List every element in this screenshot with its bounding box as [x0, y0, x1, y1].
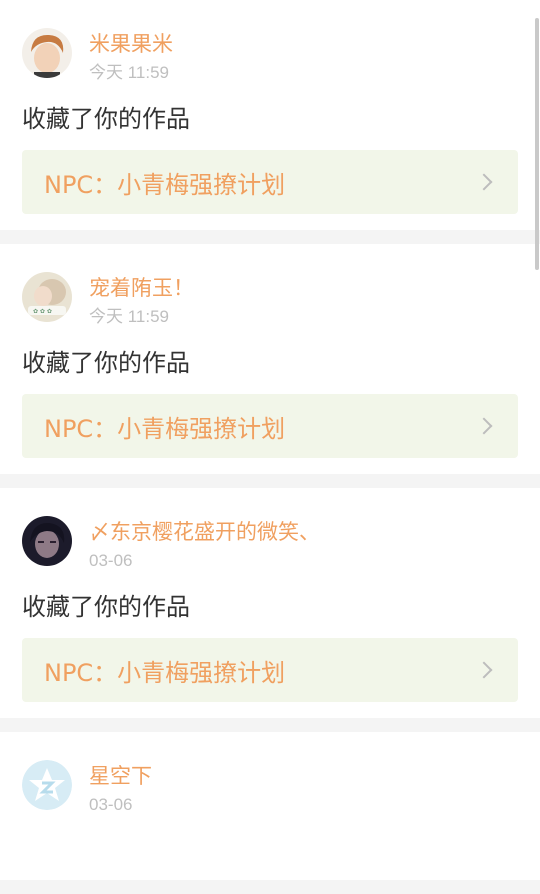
work-title: NPC：小青梅强撩计划	[44, 170, 286, 199]
notification-card: 米果果米 今天 11:59 收藏了你的作品 NPC：小青梅强撩计划	[0, 0, 540, 230]
timestamp: 03-06	[89, 795, 133, 814]
username[interactable]: 星空下	[89, 763, 152, 789]
notification-card: 星空下 03-06	[0, 732, 540, 880]
user-avatar-photo-icon	[22, 516, 72, 566]
action-text: 收藏了你的作品	[22, 349, 190, 377]
avatar[interactable]	[22, 516, 72, 566]
avatar[interactable]	[22, 28, 72, 78]
default-avatar-icon	[22, 760, 72, 810]
username[interactable]: 米果果米	[89, 31, 173, 57]
work-link[interactable]: NPC：小青梅强撩计划	[22, 394, 518, 458]
user-avatar-photo-icon	[22, 28, 72, 78]
timestamp: 今天 11:59	[89, 63, 170, 82]
notification-header: 星空下 03-06	[22, 732, 518, 820]
chevron-right-icon	[475, 173, 493, 191]
notification-feed: 米果果米 今天 11:59 收藏了你的作品 NPC：小青梅强撩计划 ✿ ✿ ✿ …	[0, 0, 540, 894]
timestamp: 今天 11:59	[89, 307, 170, 326]
action-text: 收藏了你的作品	[22, 105, 190, 133]
notification-card: 〆东京樱花盛开的微笑、 03-06 收藏了你的作品 NPC：小青梅强撩计划	[0, 488, 540, 718]
scrollbar[interactable]	[535, 18, 539, 270]
avatar[interactable]: ✿ ✿ ✿	[22, 272, 72, 322]
work-title: NPC：小青梅强撩计划	[44, 414, 286, 443]
work-link[interactable]: NPC：小青梅强撩计划	[22, 150, 518, 214]
user-avatar-photo-icon: ✿ ✿ ✿	[22, 272, 72, 322]
username[interactable]: 宠着陏玉！	[89, 275, 194, 301]
notification-header: ✿ ✿ ✿ 宠着陏玉！ 今天 11:59	[22, 244, 518, 332]
svg-text:✿ ✿ ✿: ✿ ✿ ✿	[33, 308, 52, 315]
chevron-right-icon	[475, 661, 493, 679]
timestamp: 03-06	[89, 551, 133, 570]
notification-header: 〆东京樱花盛开的微笑、 03-06	[22, 488, 518, 576]
chevron-right-icon	[475, 417, 493, 435]
work-link[interactable]: NPC：小青梅强撩计划	[22, 638, 518, 702]
notification-header: 米果果米 今天 11:59	[22, 0, 518, 88]
username[interactable]: 〆东京樱花盛开的微笑、	[89, 519, 320, 545]
action-text: 收藏了你的作品	[22, 593, 190, 621]
work-title: NPC：小青梅强撩计划	[44, 658, 286, 687]
notification-card: ✿ ✿ ✿ 宠着陏玉！ 今天 11:59 收藏了你的作品 NPC：小青梅强撩计划	[0, 244, 540, 474]
avatar[interactable]	[22, 760, 72, 810]
